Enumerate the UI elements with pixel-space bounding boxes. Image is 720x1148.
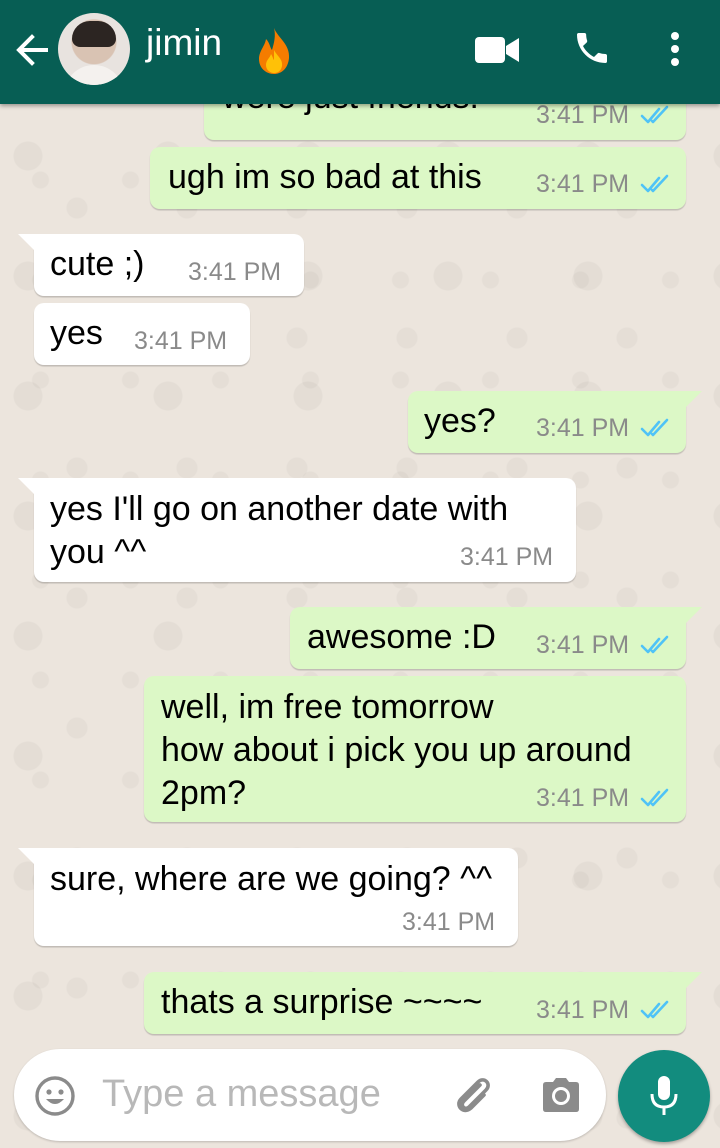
read-receipt-icon bbox=[640, 788, 669, 807]
mic-button[interactable] bbox=[618, 1050, 710, 1142]
message-text: sure, where are we going? ^^ bbox=[50, 860, 493, 898]
message-time: 3:41 PM bbox=[402, 908, 496, 936]
message-outgoing[interactable]: thats a surprise ~~~~ 3:41 PM bbox=[144, 972, 702, 1034]
contact-name[interactable]: jimin bbox=[146, 22, 222, 64]
message-text: awesome :D bbox=[307, 618, 496, 656]
message-outgoing[interactable]: yes? 3:41 PM bbox=[408, 391, 702, 453]
message-text: yes I'll go on another date with you ^^ bbox=[50, 490, 509, 571]
message-outgoing[interactable]: well, im free tomorrow how about i pick … bbox=[144, 676, 686, 822]
message-input[interactable]: Type a message bbox=[102, 1073, 381, 1116]
camera-icon[interactable] bbox=[540, 1075, 582, 1115]
message-composer[interactable]: Type a message bbox=[14, 1049, 606, 1141]
message-incoming[interactable]: yes 3:41 PM bbox=[34, 303, 250, 365]
message-text: ugh im so bad at this bbox=[168, 158, 482, 196]
message-incoming[interactable]: sure, where are we going? ^^ 3:41 PM bbox=[18, 848, 518, 946]
video-call-icon[interactable] bbox=[474, 34, 520, 66]
message-incoming[interactable]: cute ;) 3:41 PM bbox=[18, 234, 304, 296]
voice-call-icon[interactable] bbox=[572, 28, 612, 68]
avatar[interactable] bbox=[58, 13, 130, 85]
fire-emoji-icon bbox=[259, 28, 290, 74]
message-time: 3:41 PM bbox=[536, 784, 630, 812]
emoji-icon[interactable] bbox=[34, 1075, 76, 1117]
message-time: 3:41 PM bbox=[536, 414, 630, 442]
message-outgoing[interactable]: ugh im so bad at this 3:41 PM bbox=[150, 147, 686, 209]
message-outgoing[interactable]: awesome :D 3:41 PM bbox=[290, 607, 702, 669]
message-time: 3:41 PM bbox=[536, 996, 630, 1024]
message-time: 3:41 PM bbox=[188, 258, 282, 286]
message-time: 3:41 PM bbox=[536, 101, 630, 129]
message-text: yes bbox=[50, 314, 103, 352]
message-time: 3:41 PM bbox=[536, 631, 630, 659]
message-text: yes? bbox=[424, 402, 496, 440]
more-options-icon[interactable] bbox=[668, 30, 682, 70]
message-incoming[interactable]: yes I'll go on another date with you ^^ … bbox=[18, 478, 576, 582]
attach-icon[interactable] bbox=[450, 1073, 496, 1119]
message-text: cute ;) bbox=[50, 245, 145, 283]
read-receipt-icon bbox=[640, 174, 669, 193]
read-receipt-icon bbox=[640, 105, 669, 124]
message-time: 3:41 PM bbox=[134, 327, 228, 355]
read-receipt-icon bbox=[640, 418, 669, 437]
message-time: 3:41 PM bbox=[460, 543, 554, 571]
message-time: 3:41 PM bbox=[536, 170, 630, 198]
message-text: thats a surprise ~~~~ bbox=[161, 983, 483, 1021]
read-receipt-icon bbox=[640, 635, 669, 654]
read-receipt-icon bbox=[640, 1000, 669, 1019]
mic-icon bbox=[650, 1076, 678, 1115]
chat-header: jimin bbox=[0, 0, 720, 104]
back-arrow-icon[interactable] bbox=[12, 28, 52, 72]
